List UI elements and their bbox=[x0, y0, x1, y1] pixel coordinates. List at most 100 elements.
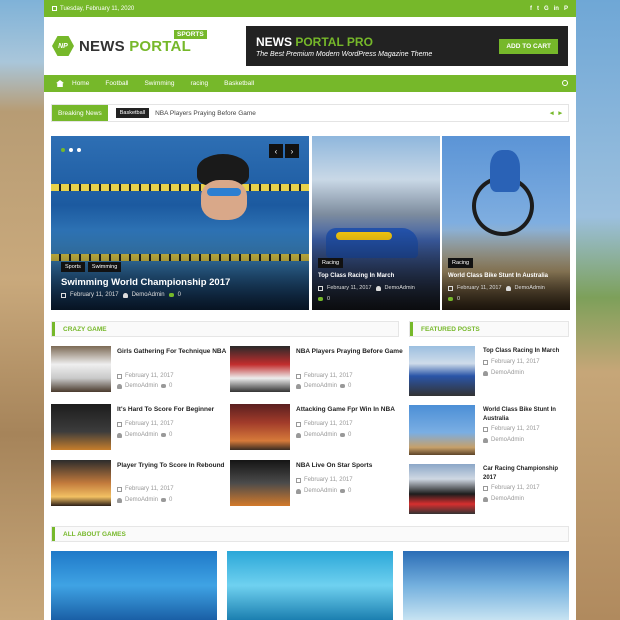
post-thumbnail[interactable] bbox=[230, 460, 290, 506]
post-title[interactable]: It's Hard To Score For Beginner bbox=[117, 405, 227, 414]
post-title[interactable]: Car Racing Championship 2017 bbox=[483, 465, 569, 482]
calendar-icon bbox=[61, 292, 66, 298]
post-author-text[interactable]: DemoAdmin bbox=[125, 497, 158, 503]
slider-dot[interactable] bbox=[77, 148, 81, 152]
list-item[interactable]: Girls Gathering For Technique NBA Februa… bbox=[51, 346, 226, 392]
user-icon bbox=[375, 285, 381, 291]
user-icon bbox=[296, 488, 301, 494]
user-icon bbox=[505, 285, 511, 291]
slide-comments: 0 bbox=[457, 296, 461, 302]
list-item[interactable]: Attacking Game Fpr Win In NBA February 1… bbox=[230, 404, 402, 450]
post-date-text: February 11, 2017 bbox=[491, 359, 540, 365]
slider-prev-button[interactable]: ‹ bbox=[269, 144, 283, 158]
slide-date: February 11, 2017 bbox=[327, 285, 372, 291]
post-author-text[interactable]: DemoAdmin bbox=[491, 437, 524, 443]
slide-main[interactable]: ‹ › Sports Swimming Swimming World Champ… bbox=[51, 136, 309, 310]
post-title[interactable]: Player Trying To Score In Rebound bbox=[117, 461, 227, 470]
slide-title[interactable]: Swimming World Championship 2017 bbox=[61, 277, 230, 288]
slider-dot[interactable] bbox=[61, 148, 65, 152]
post-title[interactable]: Girls Gathering For Technique NBA bbox=[117, 347, 227, 356]
slider-next-button[interactable]: › bbox=[285, 144, 299, 158]
list-item[interactable]: NBA Live On Star Sports February 11, 201… bbox=[230, 460, 402, 506]
post-author-text[interactable]: DemoAdmin bbox=[304, 432, 337, 438]
post-thumbnail[interactable] bbox=[409, 464, 475, 514]
featured-slider: ‹ › Sports Swimming Swimming World Champ… bbox=[51, 136, 570, 310]
slide-title[interactable]: Top Class Racing In March bbox=[318, 273, 436, 279]
post-title[interactable]: NBA Live On Star Sports bbox=[296, 461, 406, 470]
list-item[interactable]: It's Hard To Score For Beginner February… bbox=[51, 404, 223, 450]
post-comments: 0 bbox=[169, 432, 173, 438]
post-thumbnail[interactable] bbox=[409, 346, 475, 396]
featured-posts-title: FEATURED POSTS bbox=[410, 322, 480, 336]
post-date-text: February 11, 2017 bbox=[125, 373, 174, 379]
post-date-text: February 11, 2017 bbox=[491, 485, 540, 491]
background-right bbox=[576, 0, 620, 620]
tag-racing[interactable]: Racing bbox=[448, 258, 474, 268]
post-date: February 11, 2017 bbox=[117, 421, 174, 427]
content-layer: ‹ › Sports Swimming Swimming World Champ… bbox=[44, 0, 576, 620]
featured-item[interactable]: World Class Bike Stunt In Australia Febr… bbox=[409, 405, 569, 455]
swimmer-goggles bbox=[207, 188, 241, 196]
list-item[interactable]: NBA Players Praying Before Game February… bbox=[230, 346, 403, 392]
post-thumbnail[interactable] bbox=[51, 346, 111, 392]
post-date: February 11, 2017 bbox=[296, 421, 353, 427]
slide-date: February 11, 2017 bbox=[70, 292, 119, 298]
user-icon bbox=[483, 370, 488, 376]
slide-author[interactable]: DemoAdmin bbox=[385, 285, 415, 291]
post-title[interactable]: Top Class Racing In March bbox=[483, 347, 569, 356]
user-icon bbox=[483, 437, 488, 443]
tag-sports[interactable]: Sports bbox=[61, 262, 85, 272]
post-thumbnail[interactable] bbox=[51, 460, 111, 506]
post-thumbnail[interactable] bbox=[51, 404, 111, 450]
slide-racing[interactable]: Racing Top Class Racing In March Februar… bbox=[312, 136, 440, 310]
featured-item[interactable]: Car Racing Championship 2017 February 11… bbox=[409, 464, 569, 514]
post-author: DemoAdmin 0 bbox=[117, 497, 172, 503]
featured-item[interactable]: Top Class Racing In March February 11, 2… bbox=[409, 346, 569, 396]
post-author-text[interactable]: DemoAdmin bbox=[304, 488, 337, 494]
slide-meta: February 11, 2017 DemoAdmin bbox=[318, 285, 415, 291]
slide-comments: 0 bbox=[327, 296, 331, 302]
game-thumbnail[interactable] bbox=[403, 551, 569, 620]
post-comments: 0 bbox=[348, 432, 352, 438]
post-date: February 11, 2017 bbox=[117, 373, 174, 379]
bike-rider bbox=[490, 150, 520, 192]
post-thumbnail[interactable] bbox=[409, 405, 475, 455]
slide-title[interactable]: World Class Bike Stunt In Australia bbox=[448, 273, 566, 279]
tag-racing[interactable]: Racing bbox=[318, 258, 344, 268]
list-item[interactable]: Player Trying To Score In Rebound Februa… bbox=[51, 460, 225, 506]
slide-meta: February 11, 2017 DemoAdmin bbox=[448, 285, 545, 291]
post-comments: 0 bbox=[169, 383, 173, 389]
post-author-text[interactable]: DemoAdmin bbox=[491, 496, 524, 502]
post-author-text[interactable]: DemoAdmin bbox=[125, 383, 158, 389]
slide-shade bbox=[312, 230, 440, 310]
post-title[interactable]: World Class Bike Stunt In Australia bbox=[483, 406, 569, 423]
post-title[interactable]: NBA Players Praying Before Game bbox=[296, 347, 406, 356]
calendar-icon bbox=[483, 485, 488, 491]
slider-dot[interactable] bbox=[69, 148, 73, 152]
calendar-icon bbox=[483, 359, 488, 365]
post-title[interactable]: Attacking Game Fpr Win In NBA bbox=[296, 405, 406, 414]
calendar-icon bbox=[483, 426, 488, 432]
slide-bike[interactable]: Racing World Class Bike Stunt In Austral… bbox=[442, 136, 570, 310]
post-author-text[interactable]: DemoAdmin bbox=[304, 383, 337, 389]
slide-author[interactable]: DemoAdmin bbox=[132, 292, 165, 298]
game-thumbnail[interactable] bbox=[51, 551, 217, 620]
post-comments: 0 bbox=[348, 383, 352, 389]
calendar-icon bbox=[296, 373, 301, 379]
comment-icon bbox=[161, 384, 167, 388]
tag-swimming[interactable]: Swimming bbox=[87, 262, 122, 272]
slide-author[interactable]: DemoAdmin bbox=[515, 285, 545, 291]
post-thumbnail[interactable] bbox=[230, 346, 290, 392]
post-author: DemoAdmin bbox=[483, 370, 524, 376]
swimmer-face bbox=[201, 180, 247, 220]
post-date: February 11, 2017 bbox=[296, 477, 353, 483]
slide-meta-comments: 0 bbox=[318, 296, 330, 302]
user-icon bbox=[483, 496, 488, 502]
post-author: DemoAdmin 0 bbox=[117, 383, 172, 389]
post-author-text[interactable]: DemoAdmin bbox=[125, 432, 158, 438]
post-author-text[interactable]: DemoAdmin bbox=[491, 370, 524, 376]
game-thumbnail[interactable] bbox=[227, 551, 393, 620]
post-thumbnail[interactable] bbox=[230, 404, 290, 450]
slider-dots bbox=[61, 148, 81, 152]
calendar-icon bbox=[296, 421, 301, 427]
